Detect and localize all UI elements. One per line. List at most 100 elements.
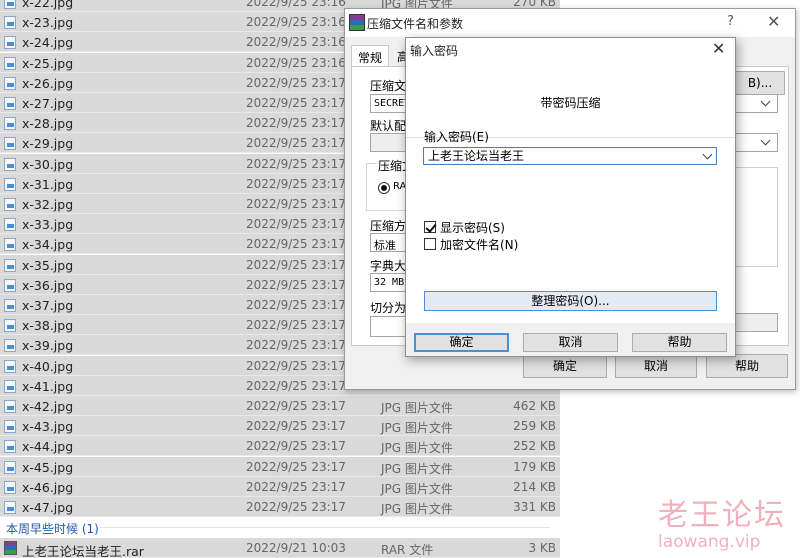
file-name: x-24.jpg (22, 35, 74, 51)
file-name: x-35.jpg (22, 257, 74, 273)
image-file-icon (4, 0, 16, 9)
image-file-icon (4, 359, 16, 373)
file-name: x-27.jpg (22, 96, 74, 111)
image-file-icon (4, 258, 16, 272)
default-profile-label: 默认配 (370, 119, 407, 133)
file-row[interactable]: x-44.jpg 2022/9/25 23:17 JPG 图片文件 252 KB (0, 436, 560, 457)
file-name: x-42.jpg (22, 399, 74, 414)
file-date: 2022/9/25 23:17 (246, 116, 346, 131)
dialog-title: 压缩文件名和参数 (367, 17, 464, 31)
encrypt-filenames-label: 加密文件名(N) (440, 238, 519, 252)
help-button[interactable]: 帮助 (632, 333, 727, 352)
password-input[interactable]: 上老王论坛当老王 (423, 147, 717, 165)
image-file-icon (4, 501, 16, 514)
file-name: x-28.jpg (22, 116, 74, 132)
update-mode-select[interactable] (735, 94, 778, 113)
image-file-icon (4, 299, 16, 312)
file-row[interactable]: x-46.jpg 2022/9/25 23:17 JPG 图片文件 214 KB (0, 476, 560, 497)
back-help-button[interactable]: 帮助 (706, 354, 788, 378)
file-row[interactable]: x-42.jpg 2022/9/25 23:17 JPG 图片文件 462 KB (0, 396, 560, 416)
file-type: JPG 图片文件 (381, 441, 453, 456)
watermark-text: 老王论坛 (658, 498, 786, 533)
file-row[interactable]: x-47.jpg 2022/9/25 23:17 JPG 图片文件 331 KB (0, 497, 560, 517)
dialog-header: 带密码压缩 (540, 96, 601, 110)
file-name: x-39.jpg (22, 338, 74, 354)
organize-passwords-button[interactable]: 整理密码(O)... (424, 291, 717, 311)
set-password-button[interactable] (735, 313, 778, 332)
rar-file-icon (4, 541, 17, 555)
file-type: JPG 图片文件 (381, 421, 453, 436)
titlebar: 输入密码 ✕ (406, 38, 735, 62)
close-icon[interactable]: ✕ (712, 39, 725, 58)
file-name: x-38.jpg (22, 318, 74, 334)
file-size: 214 KB (513, 479, 556, 494)
tab-general[interactable]: 常规 (351, 45, 390, 67)
file-size: 331 KB (513, 500, 556, 514)
file-name: x-40.jpg (22, 358, 74, 374)
file-date: 2022/9/25 23:17 (246, 197, 346, 211)
help-icon[interactable]: ? (727, 14, 734, 29)
dictionary-size-label: 字典大 (370, 259, 407, 273)
file-name: x-29.jpg (22, 136, 74, 152)
group-divider (100, 527, 550, 528)
file-type: JPG 图片文件 (381, 461, 453, 476)
file-size: 179 KB (513, 459, 556, 474)
file-row-rar[interactable]: 上老王论坛当老王.rar 2022/9/21 10:03 RAR 文件 3 KB (0, 538, 560, 558)
file-type: JPG 图片文件 (381, 502, 453, 516)
file-date: 2022/9/25 23:17 (246, 358, 346, 373)
image-file-icon (4, 177, 16, 191)
file-date: 2022/9/25 23:17 (246, 156, 346, 171)
image-file-icon (4, 460, 16, 474)
file-name: x-45.jpg (22, 459, 74, 475)
file-name: x-25.jpg (22, 55, 74, 71)
password-dialog: 输入密码 ✕ 带密码压缩 输入密码(E) 上老王论坛当老王 显示密码(S) 加密… (405, 37, 736, 357)
image-file-icon (4, 137, 16, 151)
profile-select[interactable] (735, 133, 778, 152)
encrypt-filenames-checkbox[interactable] (424, 238, 436, 250)
file-name: x-33.jpg (22, 217, 74, 233)
watermark-url: laowang.vip (658, 532, 761, 552)
file-name: x-23.jpg (22, 15, 74, 31)
dialog-title: 输入密码 (410, 44, 459, 58)
file-date: 2022/9/25 23:17 (246, 419, 346, 434)
file-size: 462 KB (513, 399, 556, 413)
split-volumes-label: 切分为 (370, 301, 407, 315)
file-name: x-47.jpg (22, 500, 74, 515)
cancel-button[interactable]: 取消 (523, 333, 618, 352)
back-ok-button[interactable]: 确定 (523, 354, 607, 378)
ok-button[interactable]: 确定 (414, 333, 509, 352)
image-file-icon (4, 36, 16, 50)
image-file-icon (4, 56, 16, 70)
file-date: 2022/9/25 23:17 (246, 237, 346, 252)
file-name: x-43.jpg (22, 419, 74, 435)
image-file-icon (4, 16, 16, 30)
image-file-icon (4, 440, 16, 454)
file-row[interactable]: x-45.jpg 2022/9/25 23:17 JPG 图片文件 179 KB (0, 456, 560, 477)
file-date: 2022/9/25 23:17 (246, 257, 346, 272)
close-icon[interactable]: ✕ (767, 12, 780, 31)
image-file-icon (4, 319, 16, 333)
titlebar: 压缩文件名和参数 ? ✕ (345, 9, 795, 37)
image-file-icon (4, 117, 16, 131)
file-date: 2022/9/25 23:17 (246, 318, 346, 333)
file-name: x-22.jpg (22, 0, 74, 10)
format-rar-radio[interactable] (378, 182, 390, 194)
file-name: x-26.jpg (22, 75, 74, 91)
file-date: 2022/9/21 10:03 (246, 541, 346, 555)
file-date: 2022/9/25 23:17 (246, 75, 346, 90)
back-cancel-button[interactable]: 取消 (615, 354, 697, 378)
group-header[interactable]: 本周早些时候 (1) (0, 517, 560, 537)
file-date: 2022/9/25 23:17 (246, 217, 346, 232)
file-name: x-46.jpg (22, 479, 74, 495)
image-file-icon (4, 198, 16, 211)
image-file-icon (4, 238, 16, 252)
file-date: 2022/9/25 23:16 (246, 15, 346, 30)
image-file-icon (4, 157, 16, 171)
show-password-checkbox[interactable] (424, 221, 436, 233)
file-row[interactable]: x-43.jpg 2022/9/25 23:17 JPG 图片文件 259 KB (0, 416, 560, 437)
file-type: JPG 图片文件 (381, 481, 453, 496)
image-file-icon (4, 97, 16, 110)
browse-button[interactable]: B)... (735, 71, 785, 95)
file-name: x-30.jpg (22, 156, 74, 172)
image-file-icon (4, 339, 16, 353)
